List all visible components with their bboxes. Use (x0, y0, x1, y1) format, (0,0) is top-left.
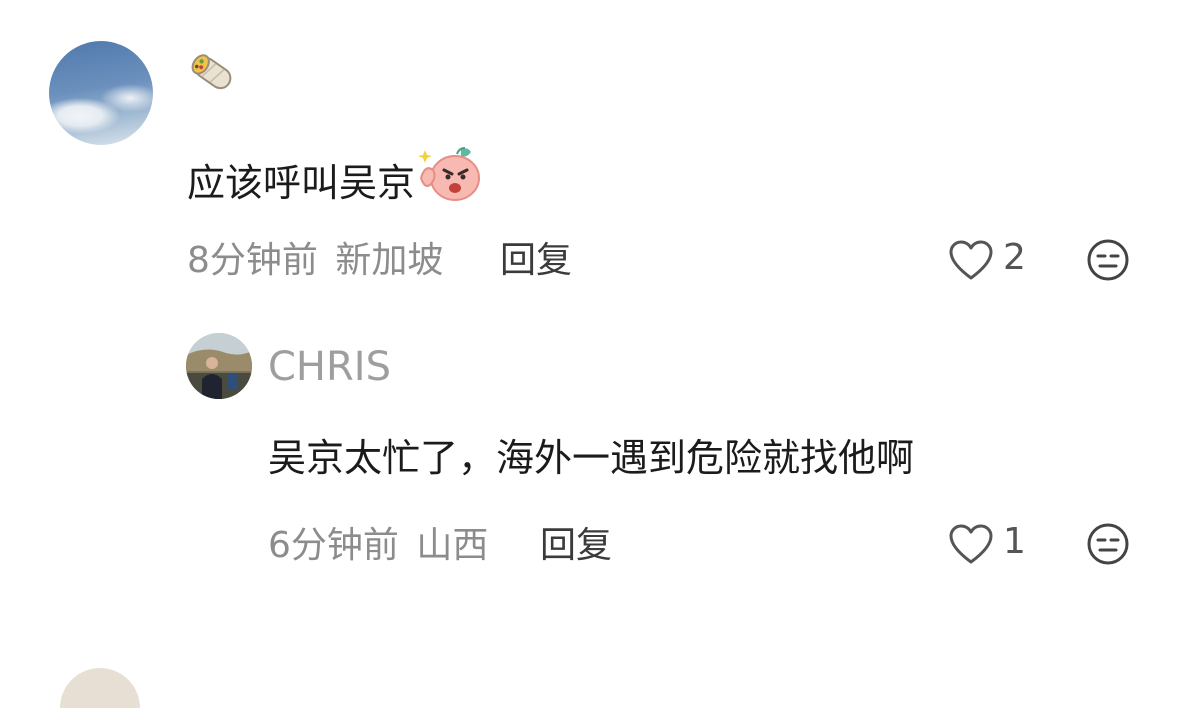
reply-like-button[interactable] (948, 524, 994, 566)
angry-blob-emoji (417, 144, 481, 204)
commenter-avatar[interactable] (49, 41, 153, 145)
reply-react-button[interactable] (1086, 522, 1130, 566)
reply-like-count: 1 (1003, 521, 1026, 562)
reply-time: 6分钟前 (268, 525, 399, 566)
comment-meta: 8分钟前 新加坡 (187, 237, 443, 285)
reply-avatar[interactable] (186, 333, 252, 399)
reply-text: 吴京太忙了，海外一遇到危险就找他啊 (268, 436, 915, 480)
comment-text-content: 应该呼叫吴京 (187, 161, 416, 205)
comment-like-count: 2 (1003, 237, 1026, 278)
reply-username[interactable]: CHRIS (268, 341, 391, 393)
reply-reply-button[interactable]: 回复 (540, 522, 612, 570)
comment-time: 8分钟前 (187, 240, 318, 281)
comment-reply-button[interactable]: 回复 (500, 237, 572, 285)
burrito-icon (186, 46, 240, 100)
reply-location: 山西 (416, 525, 489, 566)
comment-text: 应该呼叫吴京 (187, 144, 481, 211)
neutral-face-icon (1087, 239, 1129, 281)
comment-like-button[interactable] (948, 240, 994, 282)
heart-outline-icon (949, 240, 993, 280)
reply-meta: 6分钟前 山西 (268, 522, 488, 570)
next-commenter-avatar[interactable] (60, 668, 140, 708)
neutral-face-icon (1087, 523, 1129, 565)
heart-outline-icon (949, 524, 993, 564)
comment-location: 新加坡 (335, 240, 444, 281)
comment-react-button[interactable] (1086, 238, 1130, 282)
